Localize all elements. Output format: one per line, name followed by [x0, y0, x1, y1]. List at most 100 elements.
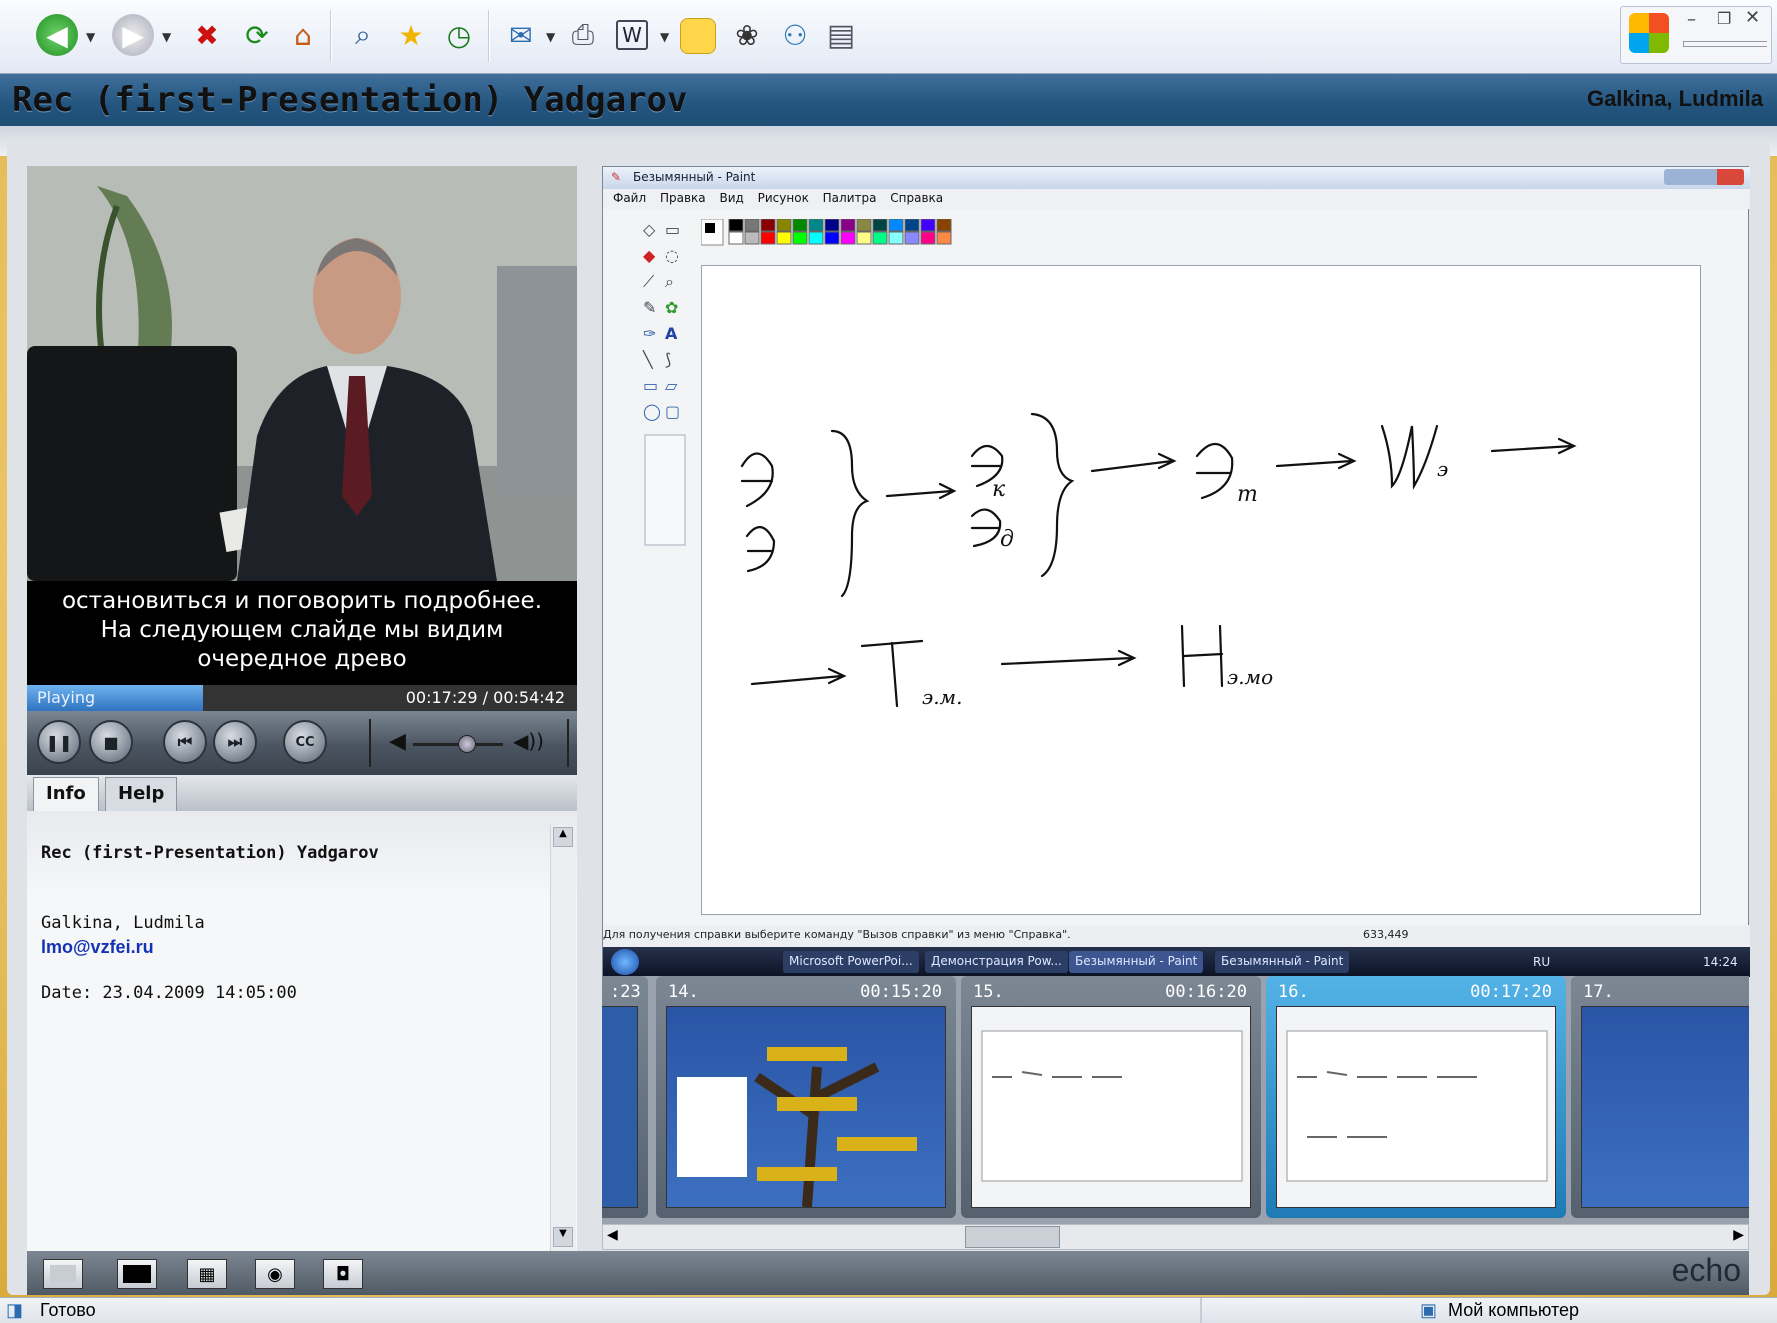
palette-swatch[interactable] — [744, 231, 760, 245]
taskbar-item[interactable]: Безымянный - Paint — [1215, 951, 1350, 973]
video-player[interactable] — [27, 166, 577, 581]
palette-swatch[interactable] — [760, 218, 776, 232]
forward-dropdown-icon[interactable]: ▼ — [162, 30, 171, 44]
word-icon[interactable]: W — [616, 20, 648, 50]
palette-swatch[interactable] — [840, 231, 856, 245]
palette-swatch[interactable] — [920, 218, 936, 232]
thumbnail-15[interactable]: 15. 00:16:20 — [961, 976, 1261, 1218]
next-button[interactable]: ⏭ — [213, 720, 257, 764]
volume-low-icon[interactable]: ◀ — [389, 729, 406, 754]
palette-swatch[interactable] — [920, 231, 936, 245]
palette-swatch[interactable] — [776, 218, 792, 232]
thumbnail-scrollbar[interactable]: ◀ ▶ — [602, 1224, 1749, 1250]
palette-swatch[interactable] — [760, 231, 776, 245]
paint-menu-palette[interactable]: Палитра — [823, 191, 877, 205]
layout-button-2[interactable] — [117, 1259, 157, 1289]
palette-swatch[interactable] — [824, 218, 840, 232]
palette-swatch[interactable] — [904, 231, 920, 245]
layout-button-3[interactable]: ▦ — [187, 1259, 227, 1289]
previous-button[interactable]: ⏮ — [163, 720, 207, 764]
thumbnail-14[interactable]: 14. 00:15:20 — [656, 976, 956, 1218]
taskbar-item[interactable]: Демонстрация Pow... — [925, 951, 1068, 973]
print-icon[interactable]: ⎙ — [562, 14, 604, 56]
home-icon[interactable]: ⌂ — [282, 14, 324, 56]
svg-text:◇: ◇ — [643, 220, 656, 239]
paint-palette[interactable] — [700, 218, 961, 253]
palette-swatch[interactable] — [872, 231, 888, 245]
thumbnail-time: 00:17:20 — [1470, 982, 1552, 1002]
scroll-down-icon[interactable]: ▼ — [553, 1227, 573, 1247]
palette-swatch[interactable] — [936, 231, 952, 245]
paint-canvas[interactable]: к д m э э.м. э.мо — [701, 265, 1701, 915]
paint-menu-image[interactable]: Рисунок — [758, 191, 809, 205]
close-icon[interactable]: ✕ — [1745, 7, 1760, 28]
palette-swatch[interactable] — [824, 231, 840, 245]
palette-swatch[interactable] — [792, 218, 808, 232]
volume-knob[interactable] — [458, 735, 476, 753]
thumbnail-16-active[interactable]: 16. 00:17:20 — [1266, 976, 1566, 1218]
disk-icon[interactable]: ▤ — [820, 14, 862, 56]
taskbar-item[interactable]: Microsoft PowerPoi... — [783, 951, 919, 973]
mail-icon[interactable]: ✉ — [500, 14, 542, 56]
palette-swatch[interactable] — [792, 231, 808, 245]
refresh-icon[interactable]: ⟳ — [236, 14, 278, 56]
mail-dropdown-icon[interactable]: ▼ — [546, 30, 555, 44]
palette-swatch[interactable] — [808, 218, 824, 232]
palette-swatch[interactable] — [856, 231, 872, 245]
favorites-icon[interactable]: ★ — [390, 14, 432, 56]
forward-icon[interactable]: ▶ — [112, 14, 154, 56]
stop-icon[interactable]: ✖ — [186, 14, 228, 56]
pause-button[interactable]: ❚❚ — [37, 720, 81, 764]
info-presenter: Galkina, Ludmila — [41, 913, 205, 933]
scroll-up-icon[interactable]: ▲ — [553, 827, 573, 847]
palette-swatch[interactable] — [856, 218, 872, 232]
taskbar-item[interactable]: Безымянный - Paint — [1069, 951, 1204, 973]
start-orb-icon[interactable] — [611, 949, 639, 975]
thumbnail-13[interactable]: :23 — [602, 976, 648, 1218]
palette-swatch[interactable] — [872, 218, 888, 232]
scroll-right-icon[interactable]: ▶ — [1733, 1227, 1744, 1243]
history-icon[interactable]: ◷ — [438, 14, 480, 56]
palette-swatch[interactable] — [776, 231, 792, 245]
palette-swatch[interactable] — [728, 218, 744, 232]
info-email-link[interactable]: lmo@vzfei.ru — [41, 937, 154, 958]
search-icon[interactable]: ⌕ — [342, 14, 384, 56]
layout-button-1[interactable] — [43, 1259, 83, 1289]
info-scrollbar[interactable]: ▲ ▼ — [550, 825, 576, 1251]
palette-swatch[interactable] — [744, 218, 760, 232]
back-dropdown-icon[interactable]: ▼ — [86, 30, 95, 44]
palette-swatch[interactable] — [936, 218, 952, 232]
word-dropdown-icon[interactable]: ▼ — [660, 30, 669, 44]
thumbnail-17[interactable]: 17. — [1571, 976, 1749, 1218]
back-icon[interactable]: ◀ — [36, 14, 78, 56]
stop-button[interactable]: ■ — [89, 720, 133, 764]
progress-bar[interactable]: Playing 00:17:29 / 00:54:42 — [27, 685, 577, 711]
layout-button-4[interactable]: ◉ — [255, 1259, 295, 1289]
scroll-left-icon[interactable]: ◀ — [607, 1227, 618, 1243]
paint-menu-view[interactable]: Вид — [719, 191, 743, 205]
palette-swatch[interactable] — [840, 218, 856, 232]
taskbar-lang[interactable]: RU — [1533, 955, 1550, 969]
palette-swatch[interactable] — [904, 218, 920, 232]
paint-menu-file[interactable]: Файл — [613, 191, 646, 205]
paint-menu-edit[interactable]: Правка — [660, 191, 706, 205]
tab-info[interactable]: Info — [33, 777, 99, 811]
address-field[interactable] — [1683, 41, 1767, 47]
volume-high-icon[interactable]: ◀)) — [513, 729, 544, 753]
palette-swatch[interactable] — [888, 231, 904, 245]
palette-swatch[interactable] — [728, 231, 744, 245]
captions-button[interactable]: CC — [283, 720, 327, 764]
layout-button-5[interactable]: ◘ — [323, 1259, 363, 1289]
restore-icon[interactable]: ❐ — [1717, 9, 1731, 28]
flower-icon[interactable]: ❀ — [726, 14, 768, 56]
thumbnail-number: 14. — [668, 982, 699, 1002]
palette-swatch[interactable] — [808, 231, 824, 245]
minimize-icon[interactable]: – — [1687, 9, 1696, 30]
thumbnail-image — [666, 1006, 946, 1208]
paint-menu-help[interactable]: Справка — [890, 191, 943, 205]
users-icon[interactable]: ⚇ — [774, 14, 816, 56]
note-icon[interactable] — [680, 18, 716, 54]
tab-help[interactable]: Help — [105, 777, 178, 811]
scroll-thumb[interactable] — [965, 1226, 1060, 1248]
palette-swatch[interactable] — [888, 218, 904, 232]
